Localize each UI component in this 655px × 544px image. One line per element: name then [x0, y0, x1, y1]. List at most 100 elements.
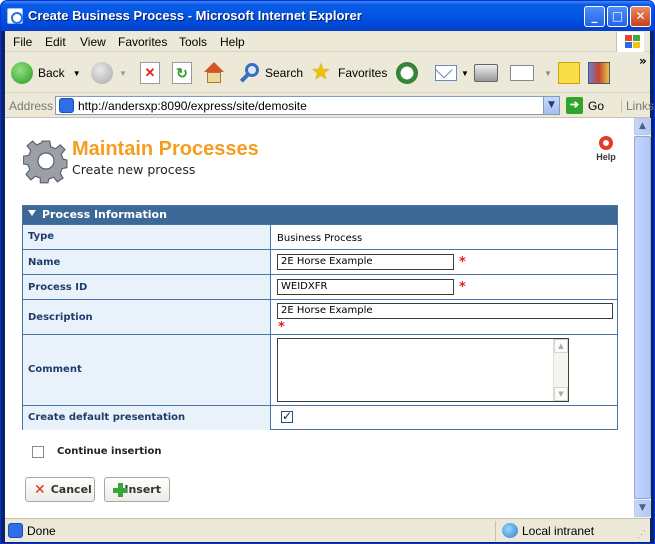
help-button[interactable]: Help — [591, 136, 621, 162]
address-input[interactable]: http://andersxp:8090/express/site/demosi… — [55, 96, 560, 115]
menu-file[interactable]: File — [13, 35, 32, 49]
default-presentation-label: Create default presentation — [23, 406, 271, 430]
continue-insertion-label: Continue insertion — [57, 446, 162, 457]
star-icon: ★ — [311, 59, 331, 84]
default-presentation-checkbox[interactable] — [281, 409, 293, 423]
edit-button[interactable]: ▼ — [510, 60, 552, 86]
menu-help[interactable]: Help — [220, 35, 245, 49]
scroll-down-icon[interactable]: ▼ — [554, 387, 568, 401]
address-dropdown-icon[interactable]: ▼ — [543, 97, 559, 114]
row-name: Name 2E Horse Example * — [23, 249, 617, 274]
status-bar: Done Local intranet ⋰ — [5, 518, 650, 542]
required-marker: * — [278, 320, 285, 335]
address-label: Address — [9, 99, 54, 113]
windows-logo-icon — [616, 32, 644, 52]
stop-icon: ✕ — [140, 62, 160, 84]
close-button[interactable]: ✕ — [630, 6, 651, 27]
type-value: Business Process — [277, 233, 363, 244]
minimize-icon: _ — [591, 9, 598, 23]
close-icon: ✕ — [635, 9, 646, 23]
cancel-label: Cancel — [50, 483, 92, 496]
insert-button[interactable]: Insert — [104, 477, 170, 502]
maximize-icon: □ — [611, 9, 624, 23]
scroll-up-icon[interactable]: ▲ — [634, 118, 651, 135]
description-label: Description — [23, 300, 271, 334]
help-label: Help — [596, 152, 616, 162]
favorites-label: Favorites — [338, 66, 388, 80]
minimize-button[interactable]: _ — [584, 6, 605, 27]
go-label: Go — [588, 98, 605, 113]
address-url: http://andersxp:8090/express/site/demosi… — [78, 99, 307, 113]
section-title: Process Information — [42, 208, 167, 221]
search-button[interactable]: Search — [239, 60, 303, 86]
row-description: Description 2E Horse Example * — [23, 299, 617, 335]
edit-page-icon — [510, 65, 534, 81]
row-comment: Comment ▲ ▼ — [23, 334, 617, 405]
mail-icon — [435, 61, 457, 81]
menu-tools[interactable]: Tools — [179, 35, 207, 49]
row-process-id: Process ID WEIDXFR * — [23, 274, 617, 299]
go-arrow-icon: ➔ — [566, 97, 583, 114]
print-button[interactable] — [474, 60, 498, 86]
standard-toolbar: Back ▼ ▼ ✕ ↻ Search ★ Favorites ▼ ▼ » — [5, 52, 650, 93]
ie-page-icon — [8, 523, 23, 538]
toolbar-overflow-icon[interactable]: » — [639, 54, 647, 68]
back-arrow-icon — [11, 62, 33, 84]
go-button[interactable]: ➔ Go — [566, 97, 604, 114]
note-icon — [558, 62, 580, 84]
refresh-button[interactable]: ↻ — [172, 60, 192, 86]
page-icon — [59, 98, 74, 113]
messenger-button[interactable] — [558, 60, 580, 86]
section-header[interactable]: Process Information — [23, 206, 617, 224]
search-icon — [239, 62, 261, 84]
scroll-thumb[interactable] — [634, 136, 651, 499]
home-icon — [202, 62, 226, 84]
scroll-up-icon[interactable]: ▲ — [554, 339, 568, 353]
menu-view[interactable]: View — [80, 35, 106, 49]
security-zone: Local intranet — [522, 524, 595, 538]
favorites-button[interactable]: ★ Favorites — [311, 60, 387, 86]
back-button[interactable]: Back ▼ — [11, 60, 81, 86]
row-default-presentation: Create default presentation — [23, 405, 617, 430]
resize-grip-icon[interactable]: ⋰ — [637, 529, 646, 540]
forward-arrow-icon — [91, 62, 113, 84]
menu-favorites[interactable]: Favorites — [118, 35, 167, 49]
scroll-down-icon[interactable]: ▼ — [634, 500, 651, 517]
process-id-input[interactable]: WEIDXFR — [277, 279, 454, 295]
maximize-button[interactable]: □ — [607, 6, 628, 27]
continue-insertion-checkbox[interactable] — [32, 446, 44, 458]
page-content: Maintain Processes Create new process He… — [5, 118, 634, 518]
forward-button[interactable]: ▼ — [91, 60, 127, 86]
menu-edit[interactable]: Edit — [45, 35, 66, 49]
window-title: Create Business Process - Microsoft Inte… — [28, 8, 362, 23]
home-button[interactable] — [202, 60, 226, 86]
comment-scrollbar[interactable]: ▲ ▼ — [553, 339, 568, 401]
title-bar: Create Business Process - Microsoft Inte… — [1, 1, 654, 31]
description-input[interactable]: 2E Horse Example — [277, 303, 613, 319]
research-button[interactable] — [588, 60, 610, 86]
gear-icon — [23, 140, 68, 184]
comment-label: Comment — [23, 335, 271, 405]
research-icon — [588, 62, 610, 84]
page-subtitle: Create new process — [72, 162, 196, 177]
menu-bar: File Edit View Favorites Tools Help — [5, 31, 650, 52]
history-button[interactable] — [396, 60, 418, 86]
name-label: Name — [23, 250, 271, 274]
edit-dropdown-icon: ▼ — [544, 68, 552, 78]
printer-icon — [474, 64, 498, 82]
name-input[interactable]: 2E Horse Example — [277, 254, 454, 270]
collapse-arrow-icon — [28, 210, 36, 216]
mail-dropdown-icon: ▼ — [461, 68, 469, 78]
mail-button[interactable]: ▼ — [435, 60, 469, 86]
back-dropdown-icon: ▼ — [72, 68, 81, 78]
stop-button[interactable]: ✕ — [140, 60, 160, 86]
page-scrollbar[interactable]: ▲ ▼ — [634, 118, 651, 518]
back-label: Back — [38, 66, 65, 80]
cancel-button[interactable]: ✕ Cancel — [25, 477, 95, 502]
comment-textarea[interactable] — [277, 338, 569, 402]
forward-dropdown-icon: ▼ — [119, 68, 127, 78]
lifebuoy-icon — [599, 136, 613, 150]
search-label: Search — [265, 66, 304, 80]
plus-icon — [113, 482, 127, 497]
links-label[interactable]: Links — [621, 99, 654, 113]
